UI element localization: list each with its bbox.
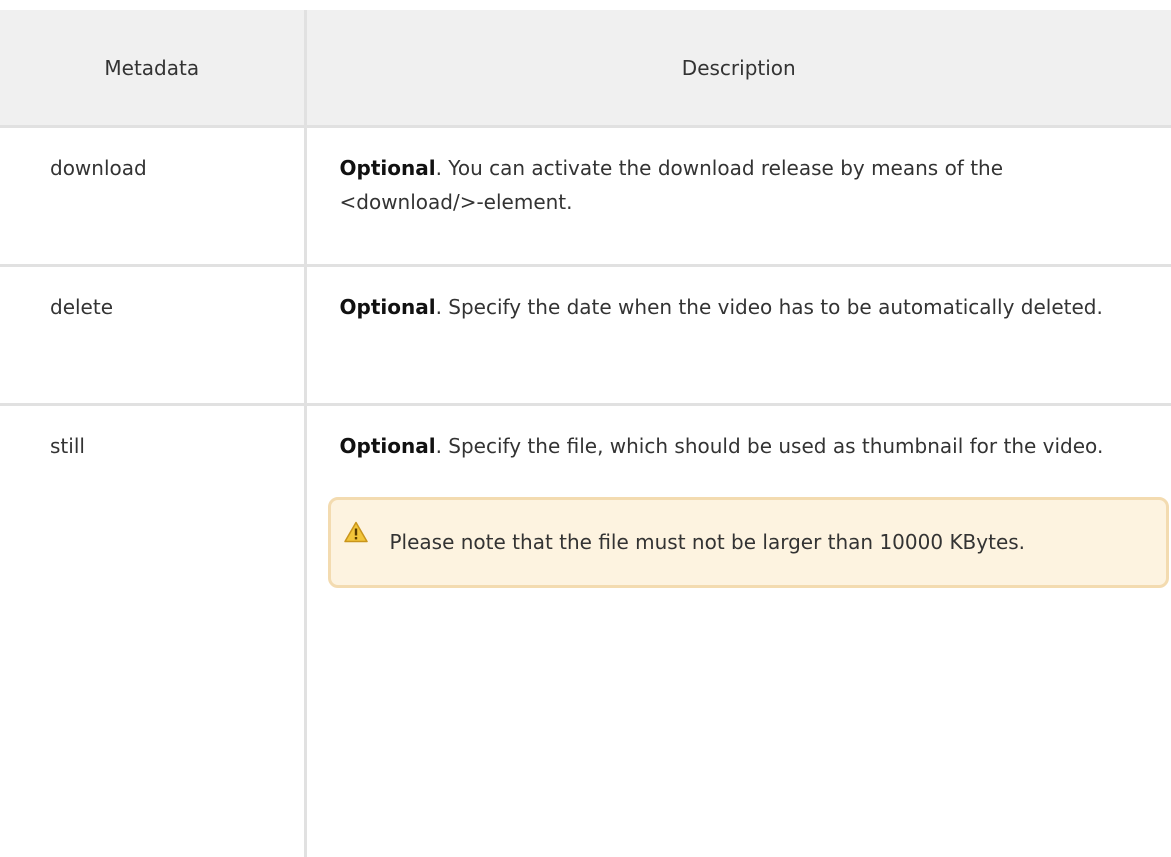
metadata-table: Metadata Description download Optional. … bbox=[0, 10, 1171, 857]
metadata-description: Optional. Specify the file, which should… bbox=[305, 405, 1171, 857]
metadata-name: delete bbox=[0, 266, 305, 405]
warning-icon bbox=[344, 521, 368, 543]
description-text: . Specify the file, which should be used… bbox=[436, 434, 1104, 458]
table-header-row: Metadata Description bbox=[0, 10, 1171, 127]
table-row: delete Optional. Specify the date when t… bbox=[0, 266, 1171, 405]
optional-label: Optional bbox=[340, 434, 436, 458]
warning-note: Please note that the file must not be la… bbox=[328, 497, 1170, 588]
optional-label: Optional bbox=[340, 156, 436, 180]
metadata-description: Optional. Specify the date when the vide… bbox=[305, 266, 1171, 405]
description-text: . You can activate the download release … bbox=[340, 156, 1004, 214]
table-row: still Optional. Specify the file, which … bbox=[0, 405, 1171, 857]
header-description: Description bbox=[305, 10, 1171, 127]
metadata-description: Optional. You can activate the download … bbox=[305, 127, 1171, 266]
optional-label: Optional bbox=[340, 295, 436, 319]
description-text: . Specify the date when the video has to… bbox=[436, 295, 1103, 319]
metadata-name: still bbox=[0, 405, 305, 857]
note-text: Please note that the file must not be la… bbox=[390, 530, 1026, 554]
table-row: download Optional. You can activate the … bbox=[0, 127, 1171, 266]
metadata-name: download bbox=[0, 127, 305, 266]
header-metadata: Metadata bbox=[0, 10, 305, 127]
